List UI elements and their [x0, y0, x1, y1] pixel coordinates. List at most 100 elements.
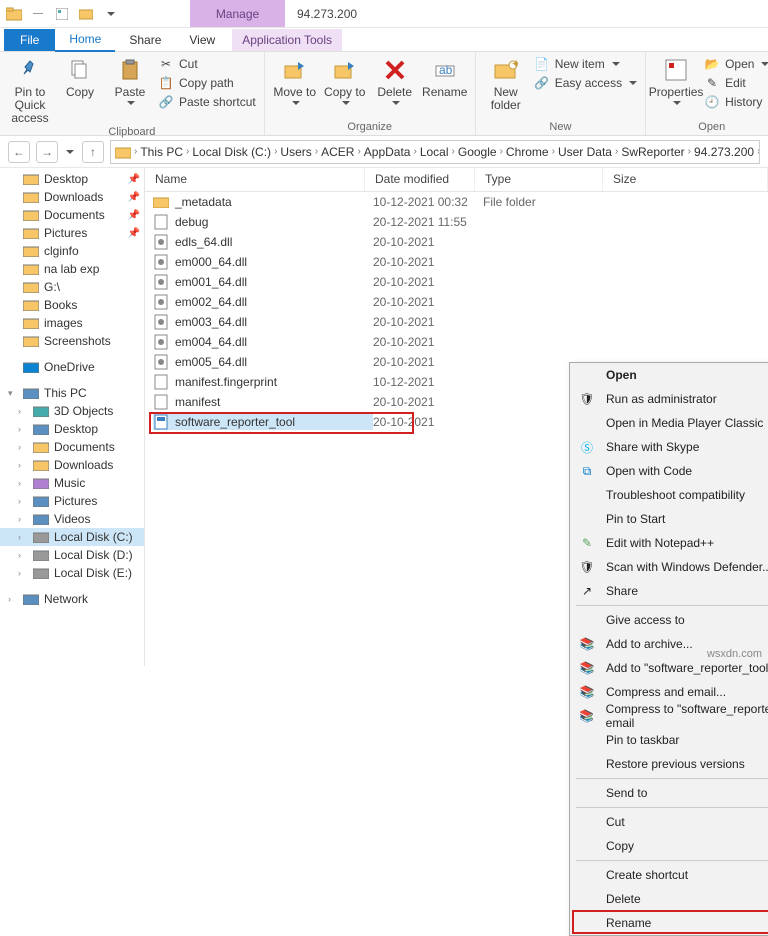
tab-share[interactable]: Share — [115, 29, 175, 51]
tab-application-tools[interactable]: Application Tools — [232, 29, 342, 51]
tree-item[interactable]: Documents📌 — [0, 206, 144, 224]
breadcrumb-item[interactable]: Users — [280, 145, 311, 159]
file-row[interactable]: _metadata 10-12-2021 00:32 File folder — [145, 192, 768, 212]
qat-dropdown-icon[interactable] — [102, 6, 118, 22]
tree-item[interactable]: › 3D Objects — [0, 402, 144, 420]
tree-item[interactable]: Pictures📌 — [0, 224, 144, 242]
ctx-defender[interactable]: 🛡Scan with Windows Defender... — [570, 555, 768, 579]
easy-access-button[interactable]: 🔗Easy access — [534, 75, 637, 91]
breadcrumb-item[interactable]: Google — [458, 145, 497, 159]
ctx-pin-taskbar[interactable]: Pin to taskbar — [570, 728, 768, 752]
tree-item[interactable]: › Local Disk (D:) — [0, 546, 144, 564]
tree-item[interactable]: › Documents — [0, 438, 144, 456]
cut-button[interactable]: ✂Cut — [158, 56, 256, 72]
ctx-create-shortcut[interactable]: Create shortcut — [570, 863, 768, 887]
pin-quick-access-button[interactable]: Pin to Quick access — [8, 56, 52, 126]
ctx-delete[interactable]: Delete — [570, 887, 768, 911]
file-row[interactable]: em004_64.dll 20-10-2021 — [145, 332, 768, 352]
ctx-copy[interactable]: Copy — [570, 834, 768, 858]
file-row[interactable]: em001_64.dll 20-10-2021 — [145, 272, 768, 292]
breadcrumb-item[interactable]: AppData — [364, 145, 411, 159]
move-to-button[interactable]: Move to — [273, 56, 317, 105]
breadcrumb-item[interactable]: ACER — [321, 145, 354, 159]
ctx-notepad[interactable]: ✎Edit with Notepad++ — [570, 531, 768, 555]
file-row[interactable]: em002_64.dll 20-10-2021 — [145, 292, 768, 312]
tree-item[interactable]: images — [0, 314, 144, 332]
delete-button[interactable]: Delete — [373, 56, 417, 105]
tree-item[interactable]: na lab exp — [0, 260, 144, 278]
column-header-size[interactable]: Size — [603, 168, 768, 191]
file-row[interactable]: edls_64.dll 20-10-2021 — [145, 232, 768, 252]
tab-view[interactable]: View — [175, 29, 229, 51]
ctx-open[interactable]: Open — [570, 363, 768, 387]
nav-tree[interactable]: Desktop📌 Downloads📌 Documents📌 Pictures📌… — [0, 168, 145, 666]
file-row[interactable]: debug 20-12-2021 11:55 — [145, 212, 768, 232]
tree-item[interactable]: G:\ — [0, 278, 144, 296]
edit-button[interactable]: ✎Edit — [704, 75, 768, 91]
tree-item[interactable]: › Local Disk (E:) — [0, 564, 144, 582]
history-button[interactable]: 🕘History — [704, 94, 768, 110]
new-item-button[interactable]: 📄New item — [534, 56, 637, 72]
ctx-give-access[interactable]: Give access to› — [570, 608, 768, 632]
tree-item[interactable]: OneDrive — [0, 358, 144, 376]
tree-item[interactable]: Downloads📌 — [0, 188, 144, 206]
ctx-share[interactable]: ↗Share — [570, 579, 768, 603]
tree-item[interactable]: Screenshots — [0, 332, 144, 350]
ctx-compress-rar-email[interactable]: 📚Compress to "software_reporter_tool.rar… — [570, 704, 768, 728]
tree-item[interactable]: › Videos — [0, 510, 144, 528]
properties-button[interactable]: Properties — [654, 56, 698, 105]
nav-recent-dropdown[interactable] — [66, 150, 74, 154]
nav-forward-button[interactable]: → — [36, 141, 58, 163]
nav-back-button[interactable]: ← — [8, 141, 30, 163]
ctx-cut[interactable]: Cut — [570, 810, 768, 834]
ctx-skype[interactable]: ⓈShare with Skype — [570, 435, 768, 459]
tab-file[interactable]: File — [4, 29, 55, 51]
tree-item[interactable]: clginfo — [0, 242, 144, 260]
tree-item[interactable]: › Music — [0, 474, 144, 492]
tree-item[interactable]: Books — [0, 296, 144, 314]
copy-path-button[interactable]: 📋Copy path — [158, 75, 256, 91]
breadcrumb-item[interactable]: Local — [420, 145, 449, 159]
properties-icon[interactable] — [54, 6, 70, 22]
new-folder-icon[interactable] — [78, 6, 94, 22]
breadcrumb-item[interactable]: 94.273.200 — [694, 145, 754, 159]
tree-item[interactable]: › Pictures — [0, 492, 144, 510]
ctx-vscode[interactable]: ⧉Open with Code — [570, 459, 768, 483]
column-headers[interactable]: Name Date modified Type Size — [145, 168, 768, 192]
copy-to-button[interactable]: Copy to — [323, 56, 367, 105]
tab-home[interactable]: Home — [55, 28, 115, 52]
ctx-restore-versions[interactable]: Restore previous versions — [570, 752, 768, 776]
ctx-compat[interactable]: Troubleshoot compatibility — [570, 483, 768, 507]
breadcrumb-item[interactable]: Local Disk (C:) — [192, 145, 271, 159]
nav-up-button[interactable]: ↑ — [82, 141, 104, 163]
tree-item[interactable]: › Desktop — [0, 420, 144, 438]
tree-item[interactable]: › Network — [0, 590, 144, 608]
breadcrumb[interactable]: › This PC›Local Disk (C:)›Users›ACER›App… — [110, 140, 760, 164]
ctx-run-admin[interactable]: 🛡Run as administrator — [570, 387, 768, 411]
paste-button[interactable]: Paste — [108, 56, 152, 105]
column-header-type[interactable]: Type — [475, 168, 603, 191]
ctx-mpc[interactable]: Open in Media Player Classic — [570, 411, 768, 435]
ctx-pin-start[interactable]: Pin to Start — [570, 507, 768, 531]
breadcrumb-item[interactable]: SwReporter — [621, 145, 684, 159]
ctx-compress-email[interactable]: 📚Compress and email... — [570, 680, 768, 704]
tree-item[interactable]: › Downloads — [0, 456, 144, 474]
copy-button[interactable]: Copy — [58, 56, 102, 99]
open-button[interactable]: 📂Open — [704, 56, 768, 72]
tree-item[interactable]: Desktop📌 — [0, 170, 144, 188]
breadcrumb-item[interactable]: Chrome — [506, 145, 549, 159]
file-row[interactable]: em003_64.dll 20-10-2021 — [145, 312, 768, 332]
tree-item[interactable]: ▾ This PC — [0, 384, 144, 402]
column-header-name[interactable]: Name — [145, 168, 365, 191]
file-row[interactable]: em000_64.dll 20-10-2021 — [145, 252, 768, 272]
breadcrumb-item[interactable]: User Data — [558, 145, 612, 159]
paste-shortcut-button[interactable]: 🔗Paste shortcut — [158, 94, 256, 110]
breadcrumb-item[interactable]: This PC — [140, 145, 183, 159]
ctx-send-to[interactable]: Send to› — [570, 781, 768, 805]
contextual-tab-manage[interactable]: Manage — [190, 0, 285, 27]
tree-item[interactable]: › Local Disk (C:) — [0, 528, 144, 546]
rename-button[interactable]: abRename — [423, 56, 467, 99]
new-folder-button[interactable]: ✦New folder — [484, 56, 528, 112]
column-header-date[interactable]: Date modified — [365, 168, 475, 191]
ctx-rename[interactable]: Rename — [570, 911, 768, 935]
